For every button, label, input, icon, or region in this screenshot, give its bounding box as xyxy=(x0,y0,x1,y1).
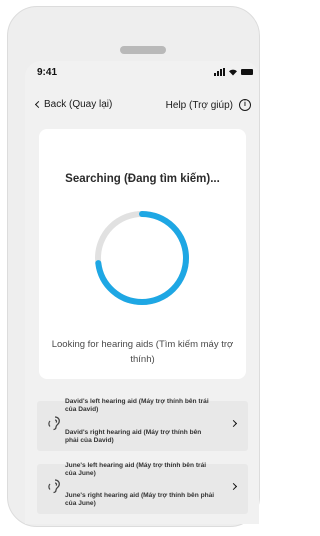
chevron-left-icon xyxy=(34,100,43,109)
loading-spinner xyxy=(95,211,189,305)
wifi-icon xyxy=(229,69,237,76)
device-right-label: David's right hearing aid (Máy trợ thính… xyxy=(65,429,202,444)
phone-speaker xyxy=(120,46,166,54)
search-card: Searching (Đang tìm kiếm)... Looking for… xyxy=(39,129,246,379)
device-item-june[interactable]: June's left hearing aid (Máy trợ thính b… xyxy=(37,462,248,514)
phone-frame: 9:41 Back (Quay lại) Help (Trợ giúp) i S… xyxy=(7,6,260,527)
hearing-aid-icon xyxy=(48,416,60,431)
help-button[interactable]: Help (Trợ giúp) i xyxy=(166,99,251,111)
search-subtitle: Looking for hearing aids (Tìm kiếm máy t… xyxy=(51,339,234,365)
device-right-label: June's right hearing aid (Máy trợ thính … xyxy=(65,492,215,507)
signal-icon xyxy=(214,68,225,76)
battery-icon xyxy=(241,69,253,75)
help-label: Help (Trợ giúp) xyxy=(165,99,233,111)
chevron-right-icon xyxy=(229,482,238,491)
device-left-label: David's left hearing aid (Máy trợ thính … xyxy=(65,398,209,413)
device-left-label: June's left hearing aid (Máy trợ thính b… xyxy=(65,462,207,477)
status-icons xyxy=(214,67,253,77)
back-label: Back (Quay lại) xyxy=(44,99,113,110)
hearing-aid-icon xyxy=(48,479,60,494)
app-screen: 9:41 Back (Quay lại) Help (Trợ giúp) i S… xyxy=(25,61,259,524)
chevron-right-icon xyxy=(229,419,238,428)
device-item-david[interactable]: David's left hearing aid (Máy trợ thính … xyxy=(37,398,248,451)
info-icon: i xyxy=(239,99,251,111)
back-button[interactable]: Back (Quay lại) xyxy=(34,99,113,110)
status-time: 9:41 xyxy=(37,67,58,78)
search-title: Searching (Đang tìm kiếm)... xyxy=(65,173,220,185)
